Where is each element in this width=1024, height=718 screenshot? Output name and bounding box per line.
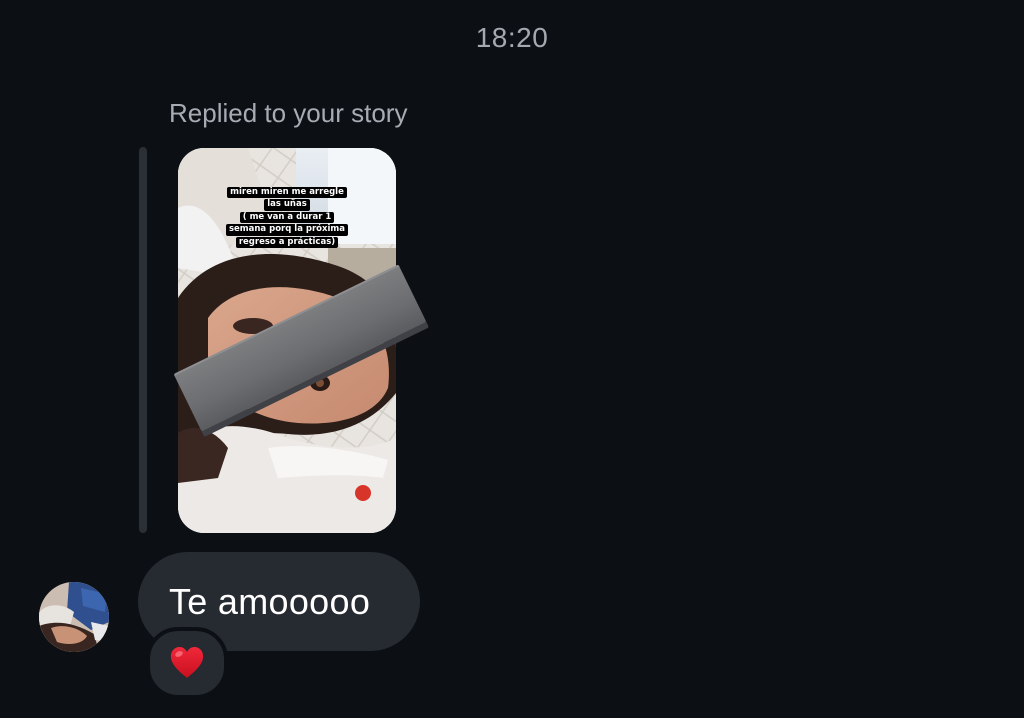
story-caption: miren miren me arregle las uñas ( me van… [178, 186, 396, 249]
dm-thread: 18:20 Replied to your story miren miren … [0, 0, 1024, 718]
story-caption-line: miren miren me arregle [227, 186, 347, 198]
sender-avatar[interactable] [39, 582, 109, 652]
story-caption-line: las uñas [264, 199, 310, 211]
story-caption-line: ( me van a durar 1 [239, 211, 335, 223]
avatar-photo [39, 582, 109, 652]
story-caption-line: regreso a prácticas) [235, 236, 339, 248]
reply-quote-bar [139, 147, 147, 533]
story-caption-line: semana porq la próxima [225, 224, 349, 236]
message-text: Te amooooo [169, 580, 371, 622]
red-heart-icon [170, 647, 204, 678]
message-timestamp: 18:20 [475, 22, 549, 53]
reply-context-label: Replied to your story [169, 98, 408, 128]
message-reaction[interactable] [146, 627, 228, 699]
